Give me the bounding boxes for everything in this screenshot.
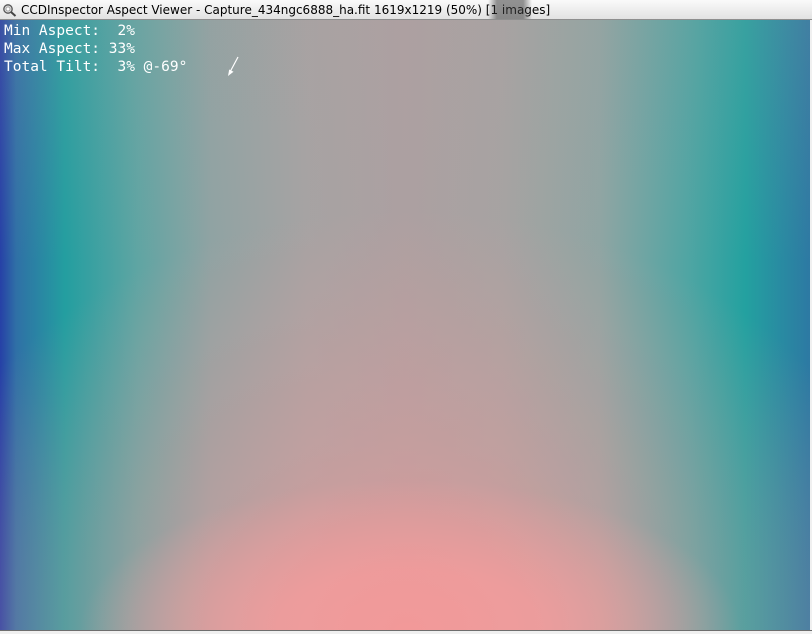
aspect-viewer-window: CCDInspector Aspect Viewer - Capture_434…: [0, 0, 812, 634]
window-title: CCDInspector Aspect Viewer - Capture_434…: [21, 3, 551, 17]
min-aspect-readout: Min Aspect: 2%: [4, 23, 135, 39]
title-bar-shadow: [488, 0, 532, 19]
window-bottom-border: [0, 630, 812, 634]
aspect-gradient-top-fade: [0, 20, 810, 630]
title-bar[interactable]: CCDInspector Aspect Viewer - Capture_434…: [0, 0, 812, 20]
ccdinspector-app-icon[interactable]: [2, 3, 17, 17]
max-aspect-readout: Max Aspect: 33%: [4, 41, 135, 57]
total-tilt-readout: Total Tilt: 3% @-69°: [4, 59, 188, 75]
aspect-map-canvas[interactable]: Min Aspect: 2% Max Aspect: 33% Total Til…: [0, 20, 810, 630]
tilt-direction-arrow-icon: [228, 56, 239, 76]
